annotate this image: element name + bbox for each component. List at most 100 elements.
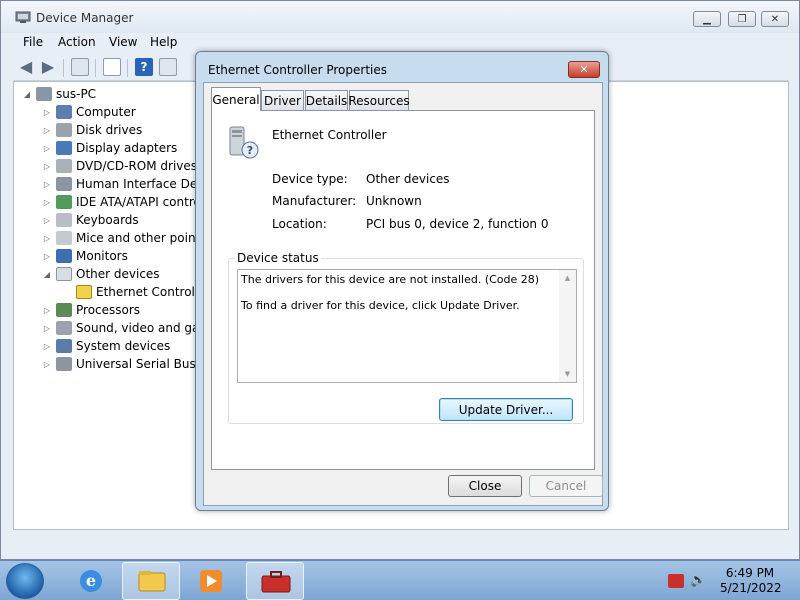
tree-item-display-adapters[interactable]: ▷ Display adapters — [42, 139, 177, 157]
tree-item-mice[interactable]: ▷ Mice and other pointin — [42, 229, 211, 247]
maximize-button[interactable]: ❐ — [728, 11, 756, 27]
mouse-icon — [56, 231, 72, 245]
tree-item-hid[interactable]: ▷ Human Interface Devic — [42, 175, 214, 193]
hid-icon — [56, 177, 72, 191]
clock-date: 5/21/2022 — [720, 581, 782, 595]
clock-time: 6:49 PM — [725, 566, 775, 580]
tree-item-disk-drives[interactable]: ▷ Disk drives — [42, 121, 142, 139]
scroll-down-icon[interactable]: ▼ — [559, 366, 576, 382]
tab-general[interactable]: General — [211, 87, 261, 111]
tree-root[interactable]: ◢ sus-PC — [22, 85, 96, 103]
collapse-arrow-icon[interactable]: ◢ — [42, 270, 52, 279]
device-status-group: Device status The drivers for this devic… — [228, 251, 584, 424]
svg-text:?: ? — [247, 144, 253, 157]
show-hide-console-tree-icon[interactable] — [71, 58, 89, 76]
taskbar: e 🔈 6:49 PM 5/21/2022 — [0, 560, 800, 600]
general-tab-panel: ? Ethernet Controller Device type: Other… — [211, 110, 595, 470]
usb-icon — [56, 357, 72, 371]
status-line-1: The drivers for this device are not inst… — [241, 273, 540, 286]
tree-item-keyboards[interactable]: ▷ Keyboards — [42, 211, 139, 229]
collapse-arrow-icon[interactable]: ◢ — [22, 90, 32, 99]
monitor-icon — [56, 249, 72, 263]
scroll-up-icon[interactable]: ▲ — [559, 270, 576, 286]
minimize-icon: ▁ — [703, 13, 711, 25]
expand-arrow-icon[interactable]: ▷ — [42, 234, 52, 243]
close-icon: ✕ — [579, 63, 589, 76]
expand-arrow-icon[interactable]: ▷ — [42, 144, 52, 153]
menu-help[interactable]: Help — [150, 35, 177, 49]
computer-icon — [36, 87, 52, 101]
tree-item-usb[interactable]: ▷ Universal Serial Bus co — [42, 355, 214, 373]
clock[interactable]: 6:49 PM 5/21/2022 — [720, 566, 782, 596]
status-line-2: To find a driver for this device, click … — [241, 299, 520, 312]
tab-driver[interactable]: Driver — [261, 90, 304, 110]
status-bar — [13, 532, 789, 554]
expand-arrow-icon[interactable]: ▷ — [42, 180, 52, 189]
expand-arrow-icon[interactable]: ▷ — [42, 252, 52, 261]
tree-item-other-devices[interactable]: ◢ Other devices — [42, 265, 160, 283]
tree-item-ide[interactable]: ▷ IDE ATA/ATAPI contro — [42, 193, 201, 211]
tab-details[interactable]: Details — [305, 90, 348, 110]
manufacturer-value: Unknown — [366, 194, 422, 208]
action-pane-icon[interactable] — [159, 58, 177, 76]
other-devices-icon — [56, 267, 72, 281]
device-manager-icon — [15, 11, 31, 23]
volume-icon[interactable]: 🔈 — [690, 574, 706, 588]
dvd-drive-icon — [56, 159, 72, 173]
unknown-device-icon: ? — [229, 126, 259, 159]
dialog-body: General Driver Details Resources ? Ether… — [203, 82, 603, 506]
location-label: Location: — [272, 217, 327, 231]
properties-icon[interactable] — [103, 58, 121, 76]
location-value: PCI bus 0, device 2, function 0 — [366, 217, 549, 231]
device-type-value: Other devices — [366, 172, 450, 186]
device-status-textbox[interactable]: The drivers for this device are not inst… — [237, 269, 577, 383]
tree-item-processors[interactable]: ▷ Processors — [42, 301, 140, 319]
warning-device-icon — [76, 285, 92, 299]
folder-icon[interactable] — [122, 562, 180, 600]
expand-arrow-icon[interactable]: ▷ — [42, 360, 52, 369]
update-driver-button[interactable]: Update Driver... — [439, 398, 573, 421]
expand-arrow-icon[interactable]: ▷ — [42, 306, 52, 315]
back-icon[interactable]: ◀ — [17, 58, 35, 76]
expand-arrow-icon[interactable]: ▷ — [42, 108, 52, 117]
minimize-button[interactable]: ▁ — [693, 11, 721, 27]
svg-text:e: e — [86, 571, 96, 590]
close-button[interactable]: Close — [448, 475, 522, 497]
help-icon[interactable]: ? — [135, 58, 153, 76]
toolbar-separator — [63, 59, 64, 77]
toolbar-separator — [127, 59, 128, 77]
processor-icon — [56, 303, 72, 317]
title-bar[interactable]: Device Manager ▁ ❐ ✕ — [1, 1, 799, 33]
toolbox-icon[interactable] — [246, 562, 304, 600]
expand-arrow-icon[interactable]: ▷ — [42, 216, 52, 225]
keyboard-icon — [56, 213, 72, 227]
expand-arrow-icon[interactable]: ▷ — [42, 198, 52, 207]
menu-action[interactable]: Action — [58, 35, 96, 49]
menu-bar: File Action View Help — [13, 33, 789, 53]
close-window-button[interactable]: ✕ — [761, 11, 789, 27]
tree-item-system-devices[interactable]: ▷ System devices — [42, 337, 170, 355]
menu-view[interactable]: View — [109, 35, 137, 49]
status-scrollbar[interactable]: ▲ ▼ — [559, 270, 576, 382]
tab-resources[interactable]: Resources — [348, 90, 410, 110]
device-type-label: Device type: — [272, 172, 348, 186]
windows-start-icon[interactable] — [6, 563, 44, 599]
expand-arrow-icon[interactable]: ▷ — [42, 126, 52, 135]
tree-item-monitors[interactable]: ▷ Monitors — [42, 247, 128, 265]
system-devices-icon — [56, 339, 72, 353]
expand-arrow-icon[interactable]: ▷ — [42, 162, 52, 171]
tree-item-dvd-drives[interactable]: ▷ DVD/CD-ROM drives — [42, 157, 197, 175]
expand-arrow-icon[interactable]: ▷ — [42, 324, 52, 333]
tree-item-computer[interactable]: ▷ Computer — [42, 103, 136, 121]
internet-explorer-icon[interactable]: e — [62, 562, 120, 600]
expand-arrow-icon[interactable]: ▷ — [42, 342, 52, 351]
tree-item-sound[interactable]: ▷ Sound, video and gam — [42, 319, 211, 337]
tree-item-ethernet-controller[interactable]: Ethernet Controller — [62, 283, 211, 301]
network-warning-icon[interactable] — [668, 574, 684, 588]
menu-file[interactable]: File — [23, 35, 43, 49]
cancel-button[interactable]: Cancel — [529, 475, 603, 497]
forward-icon[interactable]: ▶ — [39, 58, 57, 76]
media-player-icon[interactable] — [182, 562, 240, 600]
dialog-close-button[interactable]: ✕ — [568, 61, 600, 78]
toolbar-separator — [95, 59, 96, 77]
